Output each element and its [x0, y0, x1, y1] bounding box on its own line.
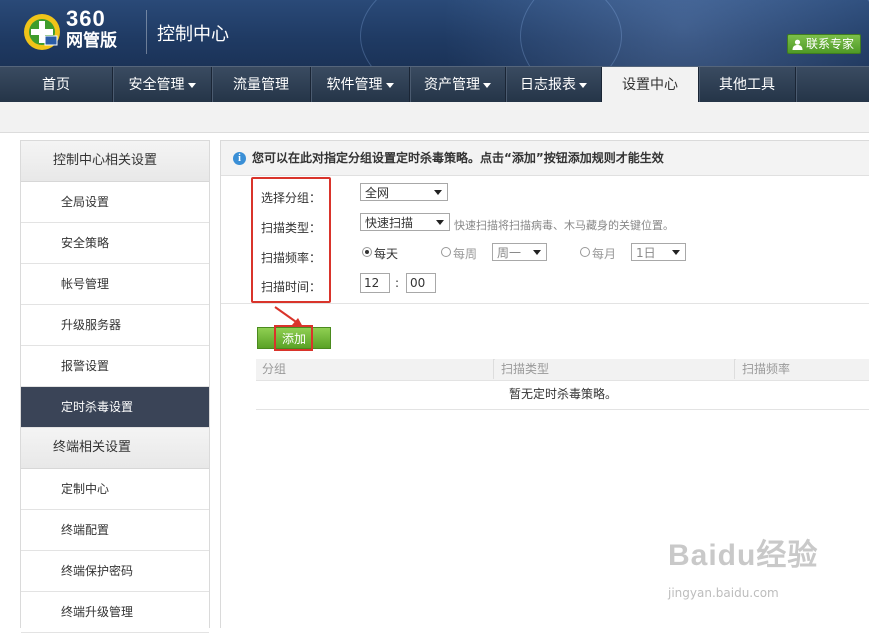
- watermark-logo: Baidu经验: [668, 539, 819, 572]
- logo-icon: [24, 14, 60, 50]
- watermark: Baidu经验 jingyan.baidu.com: [668, 530, 819, 600]
- dropdown-arrow-icon: [434, 190, 442, 195]
- highlight-box: [274, 325, 313, 351]
- nav-software[interactable]: 软件管理: [311, 67, 410, 103]
- time-separator: :: [395, 276, 400, 290]
- sidebar-section-control-center: 控制中心相关设置: [21, 141, 209, 182]
- nav-label: 设置中心: [622, 77, 678, 93]
- nav-traffic[interactable]: 流量管理: [212, 67, 311, 103]
- nav-label: 流量管理: [233, 77, 289, 93]
- nav-label: 资产管理: [424, 77, 480, 93]
- empty-message: 暂无定时杀毒策略。: [256, 379, 869, 410]
- dropdown-arrow-icon: [672, 250, 680, 255]
- header-divider: [146, 10, 147, 54]
- time-label: 扫描时间：: [261, 280, 322, 294]
- scan-type-value: 快速扫描: [365, 216, 414, 230]
- radio-monthly-label: 每月: [592, 247, 617, 261]
- nav-label: 安全管理: [128, 77, 185, 93]
- sidebar-item-terminal-password[interactable]: 终端保护密码: [21, 551, 209, 592]
- nav-tools[interactable]: 其他工具: [699, 67, 796, 103]
- radio-weekly-label: 每周: [453, 247, 478, 261]
- radio-monthly[interactable]: [580, 247, 590, 257]
- sidebar-item-security-policy[interactable]: 安全策略: [21, 223, 209, 264]
- nav-security[interactable]: 安全管理: [113, 67, 212, 103]
- schedule-form: 选择分组： 全网 扫描类型： 快速扫描 快速扫描将扫描病毒、木马藏身的关键位置。…: [221, 175, 869, 304]
- scan-type-select[interactable]: 快速扫描: [360, 213, 450, 231]
- caret-down-icon: [187, 82, 196, 88]
- app-title: 控制中心: [157, 24, 229, 45]
- freq-label: 扫描频率：: [261, 251, 322, 265]
- column-header-frequency[interactable]: 扫描频率: [736, 359, 869, 379]
- dropdown-arrow-icon: [533, 250, 541, 255]
- sub-bar: [0, 102, 869, 133]
- info-text: 您可以在此对指定分组设置定时杀毒策略。点击“添加”按钮添加规则才能生效: [252, 151, 664, 165]
- scan-type-label: 扫描类型：: [261, 221, 322, 235]
- column-header-group[interactable]: 分组: [256, 359, 494, 379]
- weekday-value: 周一: [497, 246, 522, 260]
- logo-subtitle: 网管版: [66, 31, 117, 51]
- nav-home[interactable]: 首页: [0, 67, 113, 103]
- group-select[interactable]: 全网: [360, 183, 448, 201]
- sidebar-item-global-settings[interactable]: 全局设置: [21, 182, 209, 223]
- group-label: 选择分组：: [261, 191, 322, 205]
- sidebar-item-terminal-config[interactable]: 终端配置: [21, 510, 209, 551]
- info-icon: i: [233, 151, 246, 165]
- dropdown-arrow-icon: [436, 220, 444, 225]
- column-header-scan-type[interactable]: 扫描类型: [495, 359, 735, 379]
- sidebar-item-scheduled-scan[interactable]: 定时杀毒设置: [21, 387, 209, 428]
- sidebar-item-alarm[interactable]: 报警设置: [21, 346, 209, 387]
- caret-down-icon: [483, 82, 491, 88]
- nav-label: 日志报表: [520, 77, 576, 93]
- radio-daily[interactable]: [362, 247, 372, 257]
- scan-type-hint: 快速扫描将扫描病毒、木马藏身的关键位置。: [454, 219, 674, 232]
- radio-weekly[interactable]: [441, 247, 451, 257]
- sidebar-item-upgrade-server[interactable]: 升级服务器: [21, 305, 209, 346]
- nav-logs[interactable]: 日志报表: [506, 67, 602, 103]
- header-ring: [520, 0, 869, 66]
- nav-assets[interactable]: 资产管理: [410, 67, 506, 103]
- main-nav: 首页 安全管理 流量管理 软件管理 资产管理 日志报表 设置中心 其他工具: [0, 66, 869, 103]
- sidebar-section-terminal: 终端相关设置: [21, 428, 209, 469]
- minute-input[interactable]: 00: [406, 273, 436, 293]
- caret-down-icon: [385, 82, 394, 88]
- caret-down-icon: [579, 82, 587, 88]
- sidebar: 控制中心相关设置 全局设置 安全策略 帐号管理 升级服务器 报警设置 定时杀毒设…: [20, 140, 210, 633]
- nav-label: 其他工具: [719, 77, 775, 93]
- nav-label: 首页: [42, 77, 70, 93]
- contact-expert-button[interactable]: 联系专家: [786, 34, 861, 54]
- hour-input[interactable]: 12: [360, 273, 390, 293]
- radio-daily-label: 每天: [374, 247, 399, 261]
- logo-number: 360: [66, 6, 106, 31]
- logo-text: 360 网管版: [66, 8, 117, 52]
- monthday-select[interactable]: 1日: [631, 243, 686, 261]
- info-bar: i 您可以在此对指定分组设置定时杀毒策略。点击“添加”按钮添加规则才能生效: [221, 141, 869, 176]
- watermark-url: jingyan.baidu.com: [668, 586, 779, 600]
- sidebar-item-account[interactable]: 帐号管理: [21, 264, 209, 305]
- user-icon: [792, 39, 803, 50]
- nav-settings[interactable]: 设置中心: [602, 67, 699, 103]
- monthday-value: 1日: [636, 246, 656, 260]
- contact-expert-label: 联系专家: [805, 37, 854, 51]
- weekday-select[interactable]: 周一: [492, 243, 547, 261]
- sidebar-item-customize[interactable]: 定制中心: [21, 469, 209, 510]
- nav-label: 软件管理: [326, 77, 383, 93]
- app-header: 360 网管版 控制中心 联系专家: [0, 0, 869, 66]
- group-select-value: 全网: [365, 186, 390, 200]
